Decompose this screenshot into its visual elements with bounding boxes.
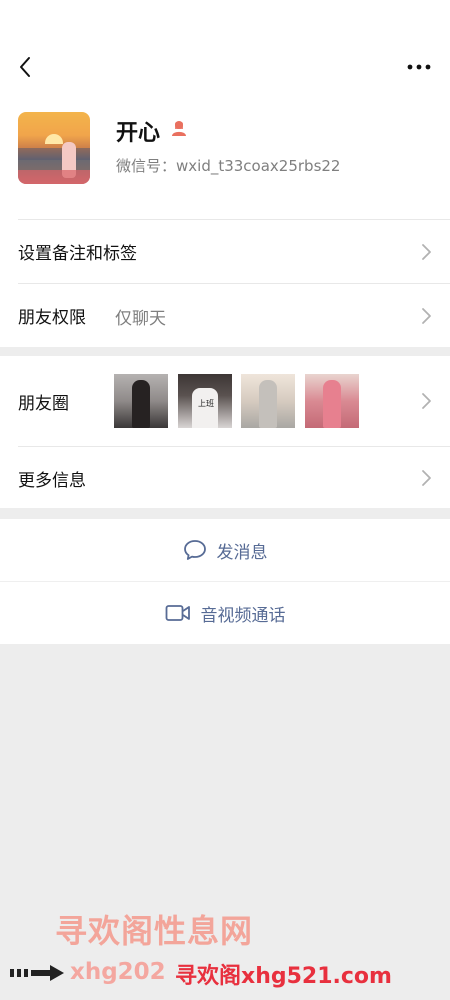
moments-row[interactable]: 朋友圈 上班 (0, 356, 450, 446)
nickname: 开心 (116, 121, 161, 146)
chevron-right-icon (422, 470, 431, 486)
chat-bubble-icon (183, 540, 206, 560)
permissions-label: 朋友权限 (18, 308, 86, 328)
moments-thumbnail (114, 374, 168, 428)
contact-profile-page: 开心 微信号：wxid_t33coax25rbs22 设置备注和标签 朋友权限 … (0, 0, 450, 1000)
send-message-label: 发消息 (216, 542, 268, 563)
moments-thumbnail: 上班 (178, 374, 232, 428)
moments-thumbnail (241, 374, 295, 428)
more-info-row[interactable]: 更多信息 (0, 446, 450, 508)
avatar[interactable] (18, 112, 90, 184)
permissions-value: 仅聊天 (115, 309, 166, 329)
more-button[interactable] (402, 50, 436, 84)
chevron-left-icon (20, 57, 30, 77)
wechat-id: 微信号：wxid_t33coax25rbs22 (116, 157, 341, 175)
moments-label: 朋友圈 (18, 394, 69, 414)
video-call-button[interactable]: 音视频通话 (0, 582, 450, 644)
watermark-site: 寻欢阁xhg521.com (175, 964, 392, 989)
chevron-right-icon (422, 308, 431, 324)
watermark-title: 寻欢阁性息网 (55, 912, 254, 950)
video-camera-icon (165, 605, 190, 621)
watermark-bar: xhg202 寻欢阁xhg521.com (0, 955, 450, 991)
friend-permissions-row[interactable]: 朋友权限 仅聊天 (0, 284, 450, 347)
arrow-right-icon (10, 965, 64, 981)
nav-bar (0, 40, 450, 94)
more-info-label: 更多信息 (18, 471, 86, 491)
profile-card: 开心 微信号：wxid_t33coax25rbs22 (0, 94, 450, 220)
moments-thumbnail (305, 374, 359, 428)
female-user-icon (172, 121, 186, 136)
more-dots-icon (407, 64, 431, 70)
send-message-button[interactable]: 发消息 (0, 519, 450, 581)
remark-tags-label: 设置备注和标签 (18, 244, 137, 264)
video-call-label: 音视频通话 (200, 605, 286, 626)
chevron-right-icon (422, 393, 431, 409)
remark-tags-row[interactable]: 设置备注和标签 (0, 220, 450, 283)
profile-header-section: 开心 微信号：wxid_t33coax25rbs22 设置备注和标签 朋友权限 … (0, 0, 450, 347)
chevron-right-icon (422, 244, 431, 260)
thumbnail-text: 上班 (198, 399, 214, 408)
back-button[interactable] (8, 50, 42, 84)
moments-section: 朋友圈 上班 更多信息 (0, 356, 450, 508)
watermark-left-text: xhg202 (70, 959, 166, 985)
